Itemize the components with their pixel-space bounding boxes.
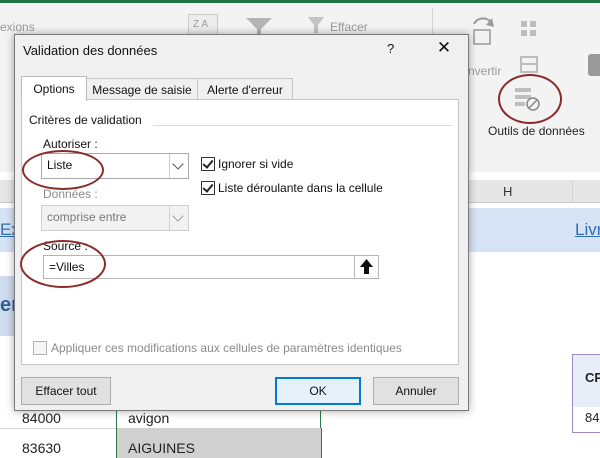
row-code[interactable]: 83630 [22,440,61,456]
effacer-tout-label: Effacer tout [35,384,97,398]
group-divider [153,125,453,126]
consolidate-icon[interactable] [588,54,600,76]
cp-header-text: CP [585,370,600,385]
dialog-title: Validation des données [23,43,158,58]
effacer-tout-button[interactable]: Effacer tout [21,377,111,405]
ok-label: OK [309,384,327,398]
group-title: Critères de validation [29,113,142,127]
banner-link-right[interactable]: Livr [575,220,600,240]
convert-icon[interactable] [470,14,496,48]
sort-az-label: Z A [193,19,209,30]
appliquer-label: Appliquer ces modifications aux cellules… [51,341,402,355]
outils-de-donnees-label[interactable]: Outils de données [488,124,585,138]
donnees-value: comprise entre [47,210,127,224]
chevron-down-icon[interactable] [169,154,188,178]
convertir-label[interactable]: nvertir [468,64,501,78]
autoriser-label: Autoriser : [43,137,98,151]
annuler-label: Annuler [395,384,437,398]
flash-fill-icon[interactable] [520,20,540,38]
column-divider [572,180,573,202]
help-button[interactable]: ? [387,41,394,56]
source-highlight-ellipse [20,240,106,288]
donnees-select: comprise entre [41,205,189,231]
row-city[interactable]: avigon [128,410,169,426]
selection-border [116,408,117,428]
connexions-label[interactable]: exions [0,20,35,34]
remove-duplicates-icon[interactable] [520,56,540,74]
ribbon-accent-line [0,0,600,3]
arrow-up-icon [360,259,373,274]
appliquer-checkbox [33,341,47,355]
range-select-button[interactable] [354,255,379,279]
autoriser-highlight-ellipse [22,150,104,190]
annuler-button[interactable]: Annuler [373,377,459,405]
tab-options-label: Options [33,82,75,96]
chevron-down-icon [169,206,188,230]
row-city[interactable]: AIGUINES [128,440,195,456]
effacer-label[interactable]: Effacer [330,20,368,34]
outils-highlight-ellipse [498,74,562,124]
liste-deroulante-label[interactable]: Liste déroulante dans la cellule [218,181,383,195]
tab-alerte-erreur[interactable]: Alerte d'erreur [197,78,293,101]
tab-alerte-label: Alerte d'erreur [207,83,283,97]
ignorer-checkbox[interactable] [201,157,215,171]
row-code[interactable]: 84000 [22,410,61,426]
cp-value-text: 84 [585,410,600,425]
tab-options[interactable]: Options [21,76,87,101]
ignorer-label[interactable]: Ignorer si vide [218,157,293,171]
liste-deroulante-checkbox[interactable] [201,181,215,195]
tab-message-label: Message de saisie [92,83,192,97]
clear-filter-icon[interactable] [306,14,326,36]
data-validation-dialog: Validation des données ? ✕ Options Messa… [14,34,469,411]
selection-border [320,408,321,428]
close-icon[interactable]: ✕ [433,37,455,59]
column-h-header[interactable]: H [503,184,512,199]
ok-button[interactable]: OK [275,377,361,405]
tab-message-de-saisie[interactable]: Message de saisie [85,78,199,101]
